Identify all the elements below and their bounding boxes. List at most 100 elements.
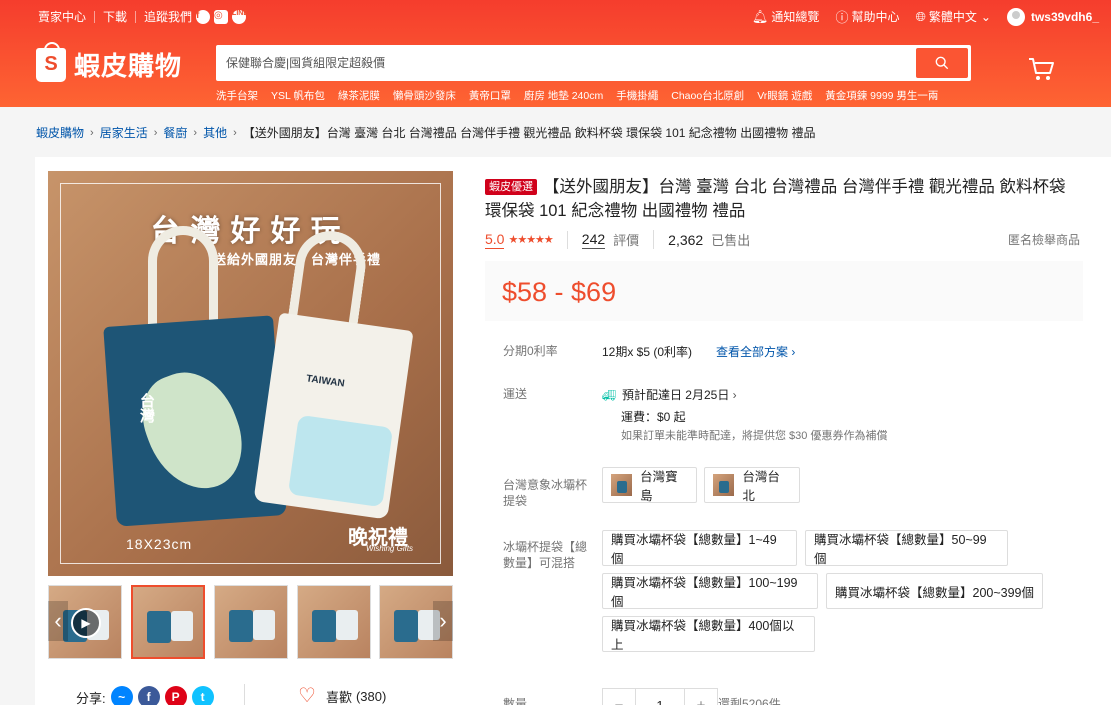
hotword-link[interactable]: 綠茶泥膜 (338, 88, 380, 103)
language-selector[interactable]: 🌐︎ 繁體中文 ⌄ (915, 8, 990, 25)
hotword-link[interactable]: Vr眼鏡 遊戲 (757, 88, 812, 103)
question-icon: ⓘ (835, 10, 849, 25)
thumbnail-strip: ▶ ‹ › (48, 585, 453, 659)
hotword-link[interactable]: 懶骨頭沙發床 (393, 88, 456, 103)
help-link[interactable]: ⓘ 幫助中心 (835, 7, 899, 26)
hotword-link[interactable]: YSL 帆布包 (271, 88, 325, 103)
thumbnail-image[interactable] (214, 585, 288, 659)
price-box: $58 - $69 (485, 261, 1083, 321)
help-label: 幫助中心 (851, 10, 900, 24)
chevron-right-icon: › (90, 126, 94, 139)
breadcrumb: 蝦皮購物 › 居家生活 › 餐廚 › 其他 › 【送外國朋友】台灣 臺灣 台北 … (36, 124, 815, 141)
quantity-input[interactable]: 1 (635, 689, 685, 705)
instagram-icon[interactable]: ◎ (214, 9, 229, 24)
thumb-bag (171, 611, 193, 641)
thumbnail-image[interactable] (297, 585, 371, 659)
variation1-label: 台灣意象冰壩杯提袋 (503, 478, 588, 508)
option-thumbnail (611, 474, 633, 496)
line-icon[interactable]: LINE (232, 9, 248, 24)
notifications-link[interactable]: 🔔︎ 通知總覽 (752, 8, 820, 25)
hotword-link[interactable]: 廚房 地墊 240cm (524, 88, 603, 103)
hotword-link[interactable]: 黃帝口罩 (469, 88, 511, 103)
decrease-button[interactable]: − (603, 689, 635, 705)
like-count: (380) (355, 688, 387, 704)
truck-icon: 🚚︎ (602, 390, 616, 402)
stock-text: 還剩5206件 (718, 697, 781, 705)
chevron-right-icon: › (193, 126, 198, 139)
rating-group[interactable]: 5.0 ★★★★★ (485, 230, 568, 249)
brand-mark-sub: Wishing Gifts (366, 544, 414, 553)
preferred-badge: 蝦皮優選 (485, 179, 537, 195)
variation-option[interactable]: 購買冰壩杯袋【總數量】100~199個 (602, 573, 818, 609)
breadcrumb-link[interactable]: 其他 (203, 124, 227, 141)
twitter-icon[interactable]: t (191, 686, 214, 705)
eta-text: 預計配達日 2月25日 (621, 388, 730, 402)
shopee-logo[interactable]: S 蝦皮購物 (36, 41, 183, 83)
notifications-label: 通知總覽 (771, 10, 820, 24)
search-input[interactable] (226, 53, 906, 73)
view-all-plans-label: 查看全部方案 (716, 345, 789, 359)
thumb-bag (312, 610, 336, 642)
variation-option[interactable]: 購買冰壩杯袋【總數量】400個以上 (602, 616, 815, 652)
quantity-label: 數量 (503, 697, 528, 705)
hotword-link[interactable]: 黃金項鍊 9999 男生一兩 (825, 88, 938, 103)
download-link[interactable]: 下載 (103, 8, 127, 25)
hotword-link[interactable]: 洗手台架 (216, 88, 258, 103)
header: 賣家中心 下載 追蹤我們 f ◎ LINE 🔔︎ 通知總覽 ⓘ 幫助中心 🌐︎ … (0, 0, 1111, 107)
like-button[interactable]: ♡ 喜歡 (380) (298, 686, 386, 705)
next-thumbnail-button[interactable]: › (433, 601, 453, 641)
bell-icon: 🔔︎ (751, 8, 769, 24)
variation-option[interactable]: 購買冰壩杯袋【總數量】50~99個 (805, 530, 1008, 566)
quantity-stepper: − 1 + (602, 688, 718, 705)
facebook-icon[interactable]: f (196, 9, 211, 24)
search-bar (216, 45, 971, 81)
messenger-icon[interactable]: ~ (110, 686, 133, 705)
variation-option[interactable]: 台灣台北 (704, 467, 800, 503)
variation-option[interactable]: 購買冰壩杯袋【總數量】1~49個 (602, 530, 797, 566)
share-row: 分享: ~ f P t (76, 686, 214, 705)
increase-button[interactable]: + (685, 689, 717, 705)
price: $58 - $69 (502, 277, 617, 307)
thumb-bag (394, 610, 418, 642)
size-label: 18X23cm (126, 536, 193, 552)
divider (135, 10, 137, 23)
hotword-link[interactable]: 手機掛繩 (616, 88, 658, 103)
sold-count: 2,362 (668, 231, 704, 248)
variation2-label: 冰壩杯提袋【總數量】可混搭 (503, 540, 588, 570)
sold-label: 已售出 (711, 233, 751, 248)
variation-option[interactable]: 台灣寶島 (602, 467, 697, 503)
option-thumbnail (713, 474, 735, 496)
eta-row[interactable]: 🚚︎ 預計配達日 2月25日 › (602, 385, 887, 407)
option-label: 台灣寶島 (640, 470, 678, 503)
thumb-bag (229, 610, 253, 642)
heart-icon: ♡ (298, 685, 316, 705)
user-menu[interactable]: tws39vdh6_ (1006, 7, 1099, 26)
cart-icon[interactable] (1027, 56, 1055, 82)
chevron-right-icon: › (439, 608, 447, 633)
facebook-share-icon[interactable]: f (137, 686, 160, 705)
report-link[interactable]: 匿名檢舉商品 (1008, 231, 1080, 248)
thumbnail-image[interactable] (131, 585, 205, 659)
option-label: 台灣台北 (742, 470, 780, 503)
option-label: 購買冰壩杯袋【總數量】50~99個 (814, 533, 987, 566)
pinterest-icon[interactable]: P (164, 686, 187, 705)
topbar: 賣家中心 下載 追蹤我們 f ◎ LINE 🔔︎ 通知總覽 ⓘ 幫助中心 🌐︎ … (0, 0, 1111, 32)
installment-row: 12期x $5 (0利率) 查看全部方案 › (602, 343, 795, 360)
share-label: 分享: (76, 690, 106, 705)
chevron-right-icon: › (732, 388, 737, 402)
view-all-plans-link[interactable]: 查看全部方案 › (716, 343, 795, 360)
breadcrumb-link[interactable]: 居家生活 (100, 124, 148, 141)
logo-text: 蝦皮購物 (74, 51, 183, 81)
hotword-link[interactable]: Chaoo台北原創 (671, 88, 744, 103)
prev-thumbnail-button[interactable]: ‹ (48, 601, 68, 641)
thumb-bag (336, 610, 358, 640)
seller-center-link[interactable]: 賣家中心 (38, 8, 86, 25)
breadcrumb-link[interactable]: 蝦皮購物 (36, 124, 84, 141)
reviews-group[interactable]: 242 評價 (581, 230, 655, 249)
breadcrumb-link[interactable]: 餐廚 (163, 124, 187, 141)
search-button[interactable] (916, 48, 968, 78)
chevron-right-icon: › (153, 126, 158, 139)
product-main-image[interactable]: 台灣好好玩 送給外國朋友、台灣伴手禮 台灣 TAIWAN 18X23cm 晚祝禮… (48, 171, 453, 576)
variation-option[interactable]: 購買冰壩杯袋【總數量】200~399個 (826, 573, 1043, 609)
username: tws39vdh6_ (1030, 9, 1099, 24)
